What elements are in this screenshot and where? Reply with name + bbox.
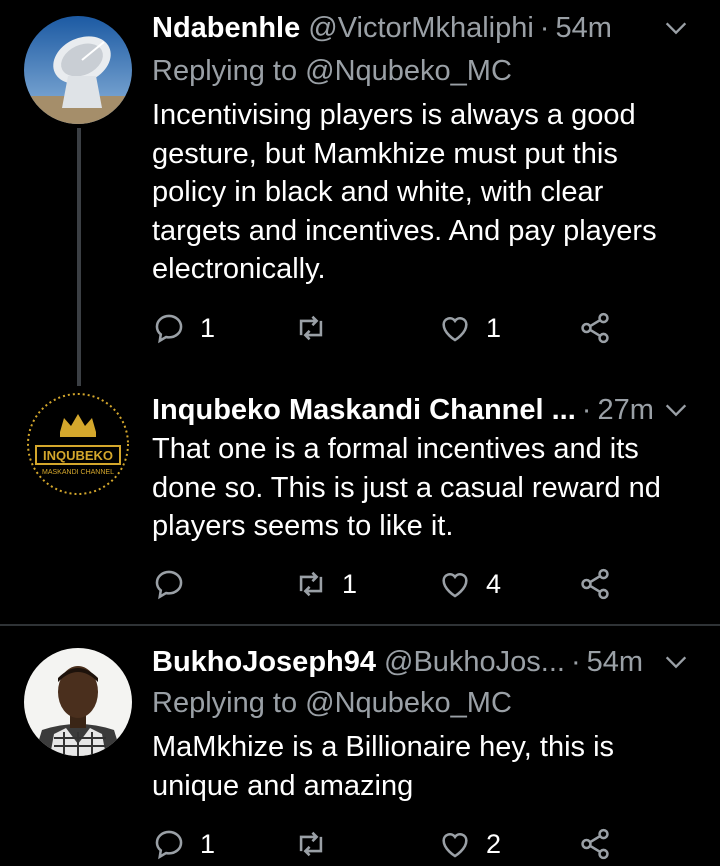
like-icon bbox=[442, 833, 468, 858]
tweet-header: BukhoJoseph94 @BukhoJos... · 54m bbox=[152, 642, 690, 682]
user-handle[interactable]: @VictorMkhaliphi bbox=[308, 8, 534, 48]
logo-subtext: MASKANDI CHANNEL bbox=[42, 469, 114, 476]
separator-dot: · bbox=[570, 646, 581, 678]
tweet-3[interactable]: BukhoJoseph94 @BukhoJos... · 54m Replyin… bbox=[0, 626, 720, 860]
share-icon bbox=[581, 312, 609, 344]
like-count: 4 bbox=[486, 568, 502, 599]
display-name[interactable]: Inqubeko Maskandi Channel ... bbox=[152, 390, 576, 430]
replying-to[interactable]: Replying to @Nqubeko_MC bbox=[152, 52, 512, 90]
retweet-icon bbox=[299, 571, 323, 597]
like-count: 2 bbox=[486, 828, 502, 859]
tweet-text: That one is a formal incentives and its … bbox=[152, 433, 661, 542]
tweet-header: Ndabenhle @VictorMkhaliphi · 54m bbox=[152, 8, 690, 48]
like-icon bbox=[442, 317, 468, 342]
tweet-header: Inqubeko Maskandi Channel ... · 27m bbox=[152, 390, 690, 430]
separator-dot: · bbox=[539, 12, 550, 44]
display-name[interactable]: Ndabenhle bbox=[152, 8, 300, 48]
avatar-bukhojoseph[interactable] bbox=[24, 648, 132, 756]
timestamp[interactable]: 27m bbox=[597, 390, 653, 430]
like-icon bbox=[442, 573, 468, 598]
tweet-actions: 1 4 bbox=[152, 562, 622, 606]
logo-text: INQUBEKO bbox=[43, 448, 113, 463]
share-icon bbox=[581, 568, 609, 600]
tweet-actions: 1 2 bbox=[152, 822, 622, 866]
replying-to[interactable]: Replying to @Nqubeko_MC bbox=[152, 684, 512, 722]
retweet-button[interactable] bbox=[294, 306, 342, 350]
retweet-count: 1 bbox=[342, 568, 358, 599]
like-button[interactable]: 4 bbox=[438, 562, 501, 606]
reply-icon bbox=[155, 314, 183, 344]
reply-icon bbox=[155, 830, 183, 860]
user-handle[interactable]: @BukhoJos... bbox=[384, 642, 565, 682]
like-button[interactable]: 1 bbox=[438, 306, 501, 350]
reply-button[interactable]: 1 bbox=[152, 306, 215, 350]
reply-button[interactable]: 1 bbox=[152, 822, 215, 866]
tweet-text: Incentivising players is always a good g… bbox=[152, 99, 657, 285]
chevron-down-icon[interactable] bbox=[662, 648, 690, 676]
retweet-button[interactable] bbox=[294, 822, 342, 866]
retweet-icon bbox=[299, 315, 323, 341]
like-count: 1 bbox=[486, 312, 502, 343]
share-button[interactable] bbox=[578, 562, 612, 606]
tweet-1[interactable]: Ndabenhle @VictorMkhaliphi · 54m Replyin… bbox=[0, 0, 720, 380]
chevron-down-icon[interactable] bbox=[662, 396, 690, 424]
tweet-actions: 1 1 bbox=[152, 306, 622, 350]
reply-count: 1 bbox=[200, 828, 216, 859]
timestamp[interactable]: 54m bbox=[587, 642, 643, 682]
share-button[interactable] bbox=[578, 306, 612, 350]
reply-count: 1 bbox=[200, 312, 216, 343]
tweet-2[interactable]: INQUBEKO MASKANDI CHANNEL Inqubeko Maska… bbox=[0, 380, 720, 625]
display-name[interactable]: BukhoJoseph94 bbox=[152, 642, 376, 682]
avatar-ndabenhle[interactable] bbox=[24, 16, 132, 124]
avatar-inqubeko[interactable]: INQUBEKO MASKANDI CHANNEL bbox=[24, 390, 132, 498]
retweet-icon bbox=[299, 831, 323, 857]
share-button[interactable] bbox=[578, 822, 612, 866]
reply-icon bbox=[155, 570, 183, 600]
reply-button[interactable] bbox=[152, 562, 200, 606]
chevron-down-icon[interactable] bbox=[662, 14, 690, 42]
separator-dot: · bbox=[581, 394, 592, 426]
timestamp[interactable]: 54m bbox=[555, 8, 611, 48]
tweet-text: MaMkhize is a Billionaire hey, this is u… bbox=[152, 731, 615, 802]
like-button[interactable]: 2 bbox=[438, 822, 501, 866]
share-icon bbox=[581, 828, 609, 860]
retweet-button[interactable]: 1 bbox=[294, 562, 357, 606]
